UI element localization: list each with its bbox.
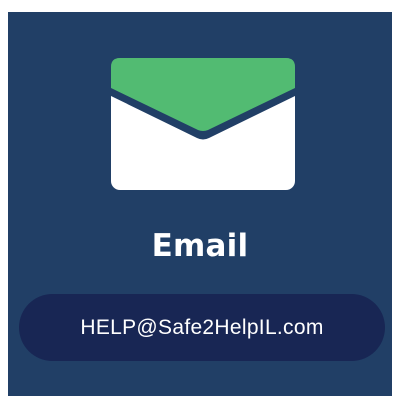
email-contact-card: Email HELP@Safe2HelpIL.com	[8, 12, 392, 396]
email-link-button[interactable]: HELP@Safe2HelpIL.com	[19, 294, 385, 361]
card-title: Email	[151, 228, 249, 264]
envelope-icon	[111, 58, 295, 190]
email-address: HELP@Safe2HelpIL.com	[80, 315, 324, 339]
